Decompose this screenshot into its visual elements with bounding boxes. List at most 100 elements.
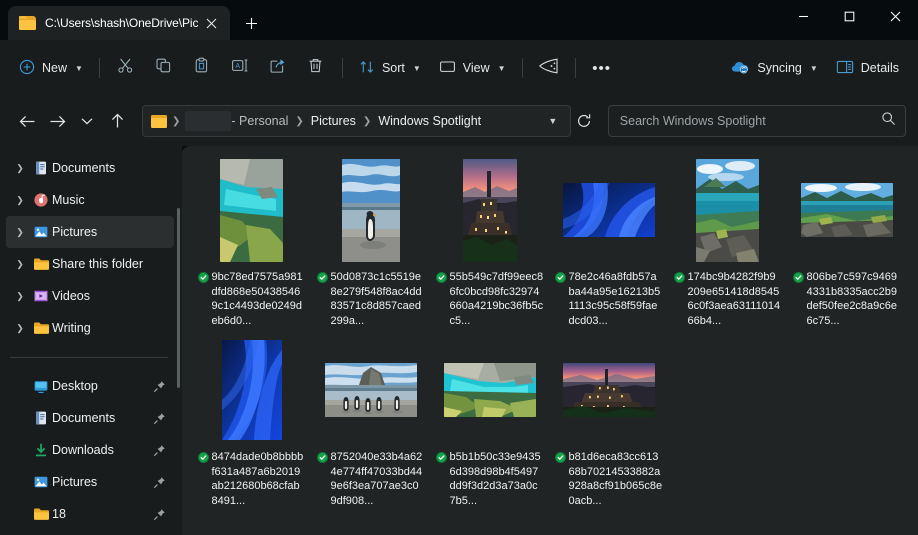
file-thumbnail[interactable]	[221, 340, 282, 440]
close-tab-button[interactable]	[198, 10, 224, 36]
file-name: 8474dade0b8bbbbf631a487a6b2019ab212680b6…	[197, 450, 306, 508]
chevron-right-icon[interactable]: ❯	[10, 259, 30, 270]
file-item[interactable]: 8752040e33b4a624e774ff47033bd449e6f3ea70…	[311, 332, 430, 512]
sidebar-item-share-this-folder[interactable]: ❯ Share this folder	[6, 248, 174, 280]
sidebar-label: Music	[52, 193, 85, 207]
search-icon[interactable]	[881, 111, 896, 131]
file-thumbnail[interactable]	[800, 183, 893, 237]
clipboard-icon	[193, 57, 210, 79]
delete-button[interactable]	[297, 51, 335, 85]
thumbnail-wrap	[192, 336, 311, 444]
file-item[interactable]: 174bc9b4282f9b9209e651418d85456c0f3aea63…	[668, 152, 787, 332]
sidebar-item-downloads[interactable]: Downloads	[6, 434, 174, 466]
copy-button[interactable]	[145, 51, 183, 85]
new-tab-button[interactable]	[234, 6, 268, 40]
search-box[interactable]	[607, 105, 906, 137]
file-item[interactable]: 78e2c46a8fdb57aba44a95e16213b51113c95c58…	[549, 152, 668, 332]
file-thumbnail[interactable]	[341, 158, 400, 262]
sort-button-label: Sort	[381, 61, 405, 75]
sort-button[interactable]: Sort ▼	[350, 51, 430, 85]
sidebar-item-writing[interactable]: ❯ Writing	[6, 312, 174, 344]
new-button[interactable]: New ▼	[10, 51, 92, 85]
minimize-button[interactable]	[780, 0, 826, 33]
chevron-down-icon[interactable]: ▼	[539, 116, 566, 126]
recent-locations-button[interactable]	[72, 106, 102, 136]
sidebar-item-18[interactable]: 18	[6, 498, 174, 530]
file-thumbnail[interactable]	[220, 158, 283, 262]
file-item[interactable]: 9bc78ed7575a981dfd868e504385469c1c4493de…	[192, 152, 311, 332]
sidebar-item-pictures-pinned[interactable]: Pictures	[6, 466, 174, 498]
sidebar-item-pictures[interactable]: ❯ Pictures	[6, 216, 174, 248]
file-name: 50d0873c1c5519e8e279f548f8ac4dd83571c8d8…	[316, 270, 425, 328]
pin-icon[interactable]	[153, 380, 174, 393]
sidebar-item-documents[interactable]: ❯ Documents	[6, 152, 174, 184]
pin-icon[interactable]	[153, 444, 174, 457]
file-thumbnail[interactable]	[562, 183, 655, 237]
file-thumbnail[interactable]	[324, 363, 417, 417]
file-thumbnail[interactable]	[462, 158, 517, 262]
chevron-down-icon: ▼	[809, 63, 818, 73]
file-thumbnail[interactable]	[443, 363, 536, 417]
sidebar-item-documents-pinned[interactable]: Documents	[6, 402, 174, 434]
share-button[interactable]	[259, 51, 297, 85]
file-thumbnail[interactable]	[562, 363, 655, 417]
chevron-right-icon[interactable]: ❯	[10, 163, 30, 174]
chevron-right-icon[interactable]: ❯	[10, 323, 30, 334]
sync-status-button[interactable]: Syncing ▼	[722, 51, 826, 85]
sidebar-label: Desktop	[52, 379, 98, 393]
see-more-button[interactable]: •••	[583, 51, 621, 85]
breadcrumb-redacted-account[interactable]	[185, 111, 232, 131]
documents-icon	[30, 160, 52, 176]
sidebar-item-music[interactable]: ❯ Music	[6, 184, 174, 216]
view-button[interactable]: View ▼	[430, 51, 515, 85]
chevron-right-icon[interactable]: ❯	[10, 227, 30, 238]
sync-status-icon	[554, 452, 566, 463]
file-item[interactable]: 50d0873c1c5519e8e279f548f8ac4dd83571c8d8…	[311, 152, 430, 332]
paste-button[interactable]	[183, 51, 221, 85]
breadcrumb-item-pictures[interactable]: Pictures	[309, 112, 358, 130]
details-pane-button[interactable]: Details	[827, 51, 908, 85]
chevron-right-icon[interactable]: ❯	[10, 195, 30, 206]
sidebar-item-desktop[interactable]: Desktop	[6, 370, 174, 402]
filter-icon	[538, 57, 559, 80]
pin-icon[interactable]	[153, 476, 174, 489]
file-item[interactable]: b5b1b50c33e94356d398d98b4f5497dd9f3d2d3a…	[430, 332, 549, 512]
rename-button[interactable]: A	[221, 51, 259, 85]
file-item[interactable]: b81d6eca83cc61368b70214533882a928a8cf91b…	[549, 332, 668, 512]
file-item[interactable]: 8474dade0b8bbbbf631a487a6b2019ab212680b6…	[192, 332, 311, 512]
title-bar: C:\Users\shash\OneDrive\Pictu	[0, 0, 918, 40]
cut-button[interactable]	[107, 51, 145, 85]
sidebar-divider	[10, 357, 168, 358]
sidebar-label: Pictures	[52, 475, 98, 489]
filter-button[interactable]	[530, 51, 568, 85]
refresh-button[interactable]	[571, 113, 596, 129]
sync-status-icon	[316, 272, 328, 283]
sidebar-item-videos[interactable]: ❯ Videos	[6, 280, 174, 312]
view-button-label: View	[462, 61, 490, 75]
up-button[interactable]	[102, 106, 132, 136]
sidebar-label: Share this folder	[52, 257, 144, 271]
sidebar-scrollbar[interactable]	[177, 208, 180, 388]
file-name: 8752040e33b4a624e774ff47033bd449e6f3ea70…	[316, 450, 425, 508]
file-item[interactable]: 55b549c7df99eec86fc0bcd98fc32974660a4219…	[430, 152, 549, 332]
back-button[interactable]	[12, 106, 42, 136]
breadcrumb[interactable]: ❯ - Personal ❯ Pictures ❯ Windows Spotli…	[142, 105, 572, 137]
folder-icon	[151, 114, 167, 128]
maximize-button[interactable]	[826, 0, 872, 33]
pin-icon[interactable]	[153, 508, 174, 521]
trash-icon	[307, 57, 324, 79]
forward-button[interactable]	[42, 106, 72, 136]
monitor-icon	[439, 59, 456, 78]
file-item[interactable]: 806be7c597c94694331b8335acc2b9def50fee2c…	[787, 152, 906, 332]
sync-status-label: Syncing	[757, 61, 802, 75]
file-name-text: 78e2c46a8fdb57aba44a95e16213b51113c95c58…	[568, 271, 661, 327]
file-thumbnail[interactable]	[696, 158, 759, 262]
breadcrumb-item-windows-spotlight[interactable]: Windows Spotlight	[376, 112, 483, 130]
chevron-right-icon[interactable]: ❯	[10, 291, 30, 302]
sidebar-label: Downloads	[52, 443, 114, 457]
pin-icon[interactable]	[153, 412, 174, 425]
search-input[interactable]	[619, 114, 881, 128]
close-window-button[interactable]	[872, 0, 918, 33]
explorer-tab[interactable]: C:\Users\shash\OneDrive\Pictu	[8, 6, 230, 40]
videos-icon	[30, 288, 52, 304]
